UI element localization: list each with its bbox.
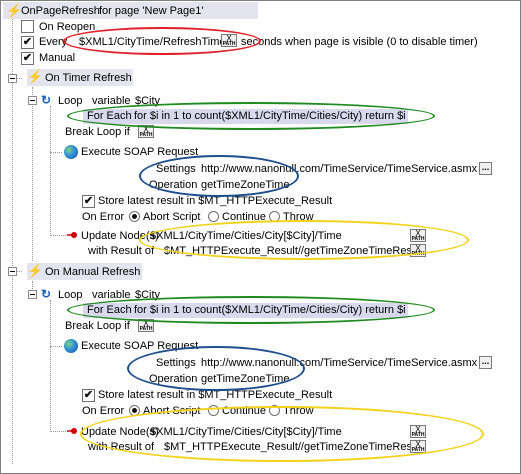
timer-store-result-checkbox[interactable]: ✔ bbox=[82, 195, 95, 208]
xpath-button[interactable]: X PATH bbox=[410, 229, 426, 242]
timer-refresh-title: On Timer Refresh bbox=[45, 72, 132, 84]
tree-line bbox=[12, 19, 13, 464]
globe-icon bbox=[64, 339, 78, 353]
manual-for-each-label: For Each bbox=[87, 304, 132, 316]
loop-icon: ↻ bbox=[41, 287, 52, 301]
timer-update-label: Update Node(s) bbox=[81, 230, 159, 242]
tree-line bbox=[50, 300, 51, 432]
manual-refresh-collapse-toggle[interactable] bbox=[8, 267, 17, 276]
timer-for-each-expression[interactable]: for $i in 1 to count($XML1/CityTime/Citi… bbox=[134, 109, 406, 123]
tree-line bbox=[50, 346, 62, 347]
manual-result-expression[interactable]: $MT_HTTPExecute_Result//getTimeZoneTimeR… bbox=[164, 440, 424, 454]
timer-for-each-label: For Each bbox=[87, 110, 132, 122]
manual-store-result-label: Store latest result in $MT_HTTPExecute_R… bbox=[98, 389, 333, 401]
action-tree-panel: ⚡ OnPageRefresh for page 'New Page1' On … bbox=[0, 0, 521, 474]
timer-loop-variable-label: variable bbox=[92, 95, 131, 107]
timer-continue-radio[interactable] bbox=[208, 211, 219, 222]
manual-abort-radio[interactable] bbox=[129, 405, 140, 416]
manual-settings-browse-button[interactable]: ... bbox=[479, 356, 492, 369]
timer-continue-label: Continue bbox=[222, 211, 267, 223]
timer-loop-label: Loop bbox=[58, 95, 83, 107]
manual-on-error-label: On Error bbox=[82, 405, 125, 417]
refresh-time-expression[interactable]: $XML1/CityTime/RefreshTime bbox=[79, 35, 226, 49]
xpath-button[interactable]: X PATH bbox=[410, 425, 426, 438]
xpath-button[interactable]: X PATH bbox=[221, 34, 237, 47]
timer-store-result-label: Store latest result in $MT_HTTPExecute_R… bbox=[98, 195, 333, 207]
manual-continue-radio[interactable] bbox=[208, 405, 219, 416]
timer-soap-title: Execute SOAP Request bbox=[81, 146, 199, 158]
manual-update-label: Update Node(s) bbox=[81, 426, 159, 438]
xpath-button[interactable]: X PATH bbox=[138, 319, 154, 332]
manual-soap-title: Execute SOAP Request bbox=[81, 340, 199, 352]
timer-update-node-expression[interactable]: $XML1/CityTime/Cities/City[$City]/Time bbox=[150, 229, 342, 243]
lightning-pause-icon: ⚡ bbox=[27, 263, 44, 278]
timer-loop-variable[interactable]: $City bbox=[135, 94, 160, 108]
update-arrow-icon bbox=[67, 232, 77, 238]
timer-settings-url[interactable]: http://www.nanonull.com/TimeService/Time… bbox=[201, 162, 477, 176]
manual-loop-collapse-toggle[interactable] bbox=[28, 290, 37, 299]
tree-line bbox=[32, 87, 33, 261]
every-label: Every bbox=[39, 36, 68, 48]
timer-abort-label: Abort Script bbox=[143, 211, 201, 223]
timer-settings-label: Settings bbox=[156, 163, 196, 175]
on-page-refresh-title: OnPageRefresh bbox=[21, 5, 100, 17]
on-reopen-checkbox[interactable] bbox=[21, 20, 34, 33]
timer-abort-radio[interactable] bbox=[129, 211, 140, 222]
manual-for-each-expression[interactable]: for $i in 1 to count($XML1/CityTime/Citi… bbox=[134, 303, 406, 317]
manual-refresh-title: On Manual Refresh bbox=[45, 266, 141, 278]
timer-result-expression[interactable]: $MT_HTTPExecute_Result//getTimeZoneTimeR… bbox=[164, 244, 424, 258]
update-arrow-icon bbox=[67, 428, 77, 434]
timer-refresh-collapse-toggle[interactable] bbox=[8, 74, 17, 83]
for-page-label: for page 'New Page1' bbox=[99, 5, 204, 17]
manual-loop-label: Loop bbox=[58, 289, 83, 301]
manual-loop-variable-label: variable bbox=[92, 289, 131, 301]
manual-loop-variable[interactable]: $City bbox=[135, 288, 160, 302]
timer-on-error-label: On Error bbox=[82, 211, 125, 223]
manual-throw-radio[interactable] bbox=[269, 405, 280, 416]
on-reopen-label: On Reopen bbox=[39, 21, 96, 33]
every-checkbox[interactable]: ✔ bbox=[21, 36, 34, 49]
manual-throw-label: Throw bbox=[283, 405, 314, 417]
seconds-label: seconds when page is visible (0 to disab… bbox=[241, 36, 478, 48]
manual-operation-value[interactable]: getTimeZoneTime bbox=[201, 372, 289, 386]
manual-abort-label: Abort Script bbox=[143, 405, 201, 417]
manual-with-result-label: with Result of bbox=[88, 441, 155, 453]
timer-with-result-label: with Result of bbox=[88, 245, 155, 257]
manual-continue-label: Continue bbox=[222, 405, 267, 417]
manual-checkbox[interactable]: ✔ bbox=[21, 52, 34, 65]
manual-store-result-checkbox[interactable]: ✔ bbox=[82, 389, 95, 402]
tree-line bbox=[50, 431, 66, 432]
loop-icon: ↻ bbox=[41, 93, 52, 107]
timer-throw-label: Throw bbox=[283, 211, 314, 223]
xpath-button[interactable]: X PATH bbox=[410, 440, 426, 453]
manual-settings-url[interactable]: http://www.nanonull.com/TimeService/Time… bbox=[201, 356, 477, 370]
timer-break-loop-label: Break Loop if bbox=[65, 126, 130, 138]
tree-line bbox=[50, 106, 51, 236]
timer-settings-browse-button[interactable]: ... bbox=[479, 162, 492, 175]
timer-loop-collapse-toggle[interactable] bbox=[28, 96, 37, 105]
manual-operation-label: Operation bbox=[149, 373, 198, 385]
lightning-icon: ⚡ bbox=[6, 3, 23, 18]
timer-throw-radio[interactable] bbox=[269, 211, 280, 222]
timer-operation-value[interactable]: getTimeZoneTime bbox=[201, 178, 289, 192]
xpath-button[interactable]: X PATH bbox=[138, 125, 154, 138]
tree-line bbox=[50, 152, 62, 153]
tree-line bbox=[50, 235, 66, 236]
xpath-button[interactable]: X PATH bbox=[410, 244, 426, 257]
manual-break-loop-label: Break Loop if bbox=[65, 320, 130, 332]
manual-settings-label: Settings bbox=[156, 357, 196, 369]
manual-label: Manual bbox=[39, 52, 76, 64]
timer-operation-label: Operation bbox=[149, 179, 198, 191]
globe-icon bbox=[64, 145, 78, 159]
manual-update-node-expression[interactable]: $XML1/CityTime/Cities/City[$City]/Time bbox=[150, 425, 342, 439]
lightning-pause-icon: ⚡ bbox=[27, 69, 44, 84]
